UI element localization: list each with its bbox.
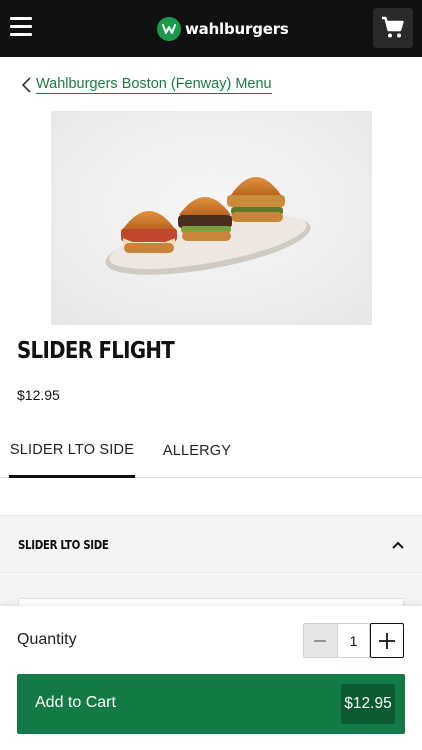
product-price: $12.95 <box>17 387 60 403</box>
order-panel: Quantity 1 Add to Cart $12.95 <box>0 606 422 750</box>
chevron-left-icon <box>21 77 31 93</box>
add-to-cart-button[interactable]: Add to Cart $12.95 <box>17 674 405 734</box>
quantity-stepper: 1 <box>303 623 404 658</box>
product-image <box>51 111 372 325</box>
plus-icon <box>379 632 396 649</box>
logo-text: wahlburgers <box>185 20 289 38</box>
logo-w-icon <box>157 17 181 41</box>
wahlburgers-logo[interactable]: wahlburgers <box>157 16 289 42</box>
top-navigation-bar: wahlburgers <box>0 0 422 57</box>
chevron-up-icon <box>392 541 404 549</box>
add-to-cart-label: Add to Cart <box>35 694 116 711</box>
minus-icon <box>314 639 327 642</box>
shopping-cart-button[interactable] <box>373 8 413 48</box>
tab-slider-lto-side[interactable]: SLIDER LTO SIDE <box>9 424 135 478</box>
shopping-cart-icon <box>382 16 404 38</box>
cart-total-price: $12.95 <box>341 684 395 724</box>
tab-bar: SLIDER LTO SIDE ALLERGY <box>0 424 422 478</box>
decrease-quantity-button[interactable] <box>304 624 337 657</box>
increase-quantity-button[interactable] <box>370 623 404 658</box>
product-title: SLIDER FLIGHT <box>17 338 175 364</box>
accordion-header[interactable]: SLIDER LTO SIDE <box>0 515 422 573</box>
hamburger-menu-icon[interactable] <box>10 17 32 37</box>
quantity-label: Quantity <box>17 631 77 648</box>
tab-allergy[interactable]: ALLERGY <box>150 424 244 478</box>
quantity-value[interactable]: 1 <box>336 624 371 657</box>
accordion-title: SLIDER LTO SIDE <box>18 537 109 552</box>
breadcrumb-link[interactable]: Wahlburgers Boston (Fenway) Menu <box>36 76 272 94</box>
breadcrumb[interactable]: Wahlburgers Boston (Fenway) Menu <box>20 74 272 96</box>
